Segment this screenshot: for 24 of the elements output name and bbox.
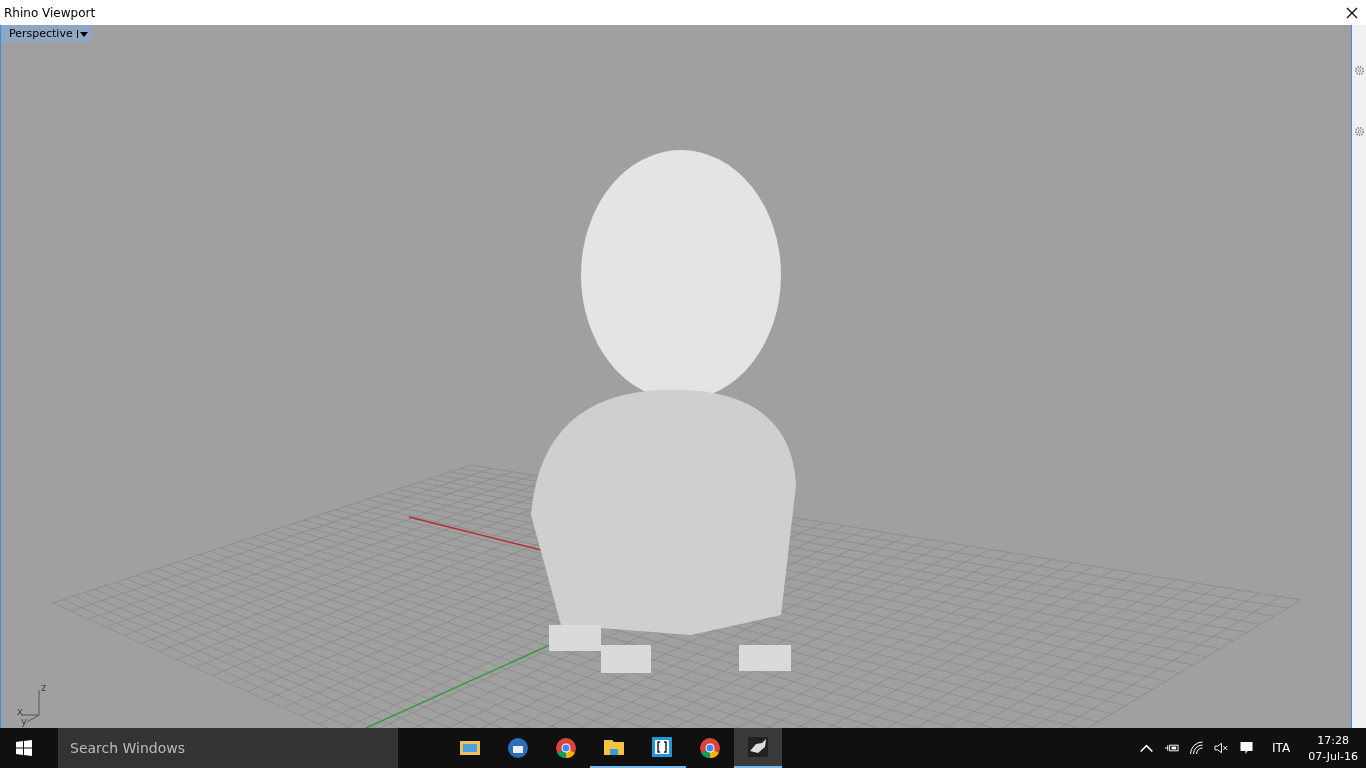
- brackets-icon[interactable]: [650, 735, 674, 759]
- viewport[interactable]: Perspective z x y: [0, 25, 1352, 728]
- taskbar-app-button[interactable]: [734, 728, 782, 768]
- notification-icon[interactable]: [1239, 741, 1254, 755]
- clock-time: 17:28: [1317, 733, 1349, 747]
- gear-icon[interactable]: [1353, 65, 1365, 76]
- windows-start-icon[interactable]: [16, 740, 32, 756]
- chrome-icon[interactable]: [554, 736, 578, 760]
- wifi-icon[interactable]: [1189, 741, 1204, 755]
- window-title: Rhino Viewport: [4, 5, 96, 20]
- axis-label: y: [21, 716, 27, 727]
- bird-envelope-icon[interactable]: [506, 736, 530, 760]
- clock-date: 07-Jul-16: [1308, 749, 1358, 763]
- speaker-muted-icon[interactable]: [1214, 741, 1229, 755]
- search-field[interactable]: Search Windows: [58, 728, 398, 768]
- viewport-tab[interactable]: Perspective: [1, 25, 92, 42]
- axis-label: z: [41, 682, 47, 693]
- caret-icon[interactable]: [76, 29, 88, 38]
- clock[interactable]: 17:28 07-Jul-16: [1308, 733, 1358, 763]
- chrome-icon[interactable]: [698, 736, 722, 760]
- close-icon[interactable]: [1346, 6, 1358, 19]
- language-indicator[interactable]: ITA: [1272, 741, 1291, 755]
- gear-icon[interactable]: [1353, 126, 1365, 137]
- axis-label: x: [17, 706, 23, 717]
